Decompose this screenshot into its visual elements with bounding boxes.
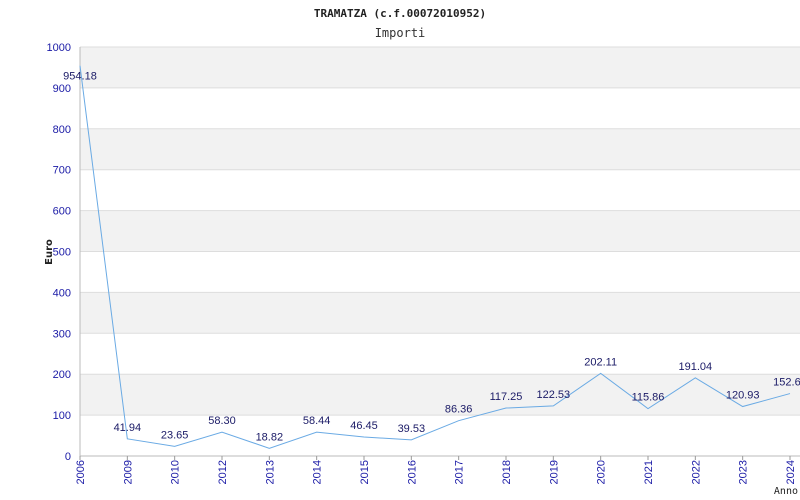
data-label: 23.65 xyxy=(161,429,189,441)
x-tick-label: 2017 xyxy=(454,460,466,484)
grid-band xyxy=(80,128,800,170)
x-tick-label: 2024 xyxy=(785,460,797,484)
chart-title: TRAMATZA (c.f.00072010952) xyxy=(314,7,486,20)
data-label: 152.69 xyxy=(773,377,800,389)
y-tick-label: 100 xyxy=(53,410,71,422)
x-tick-label: 2022 xyxy=(690,460,702,484)
x-tick-label: 2016 xyxy=(406,460,418,484)
x-tick-label: 2006 xyxy=(75,460,87,484)
data-label: 954.18 xyxy=(63,71,97,83)
y-tick-label: 500 xyxy=(53,247,71,259)
grid-band xyxy=(80,210,800,252)
chart: 01002003004005006007008009001000 2006 200… xyxy=(44,7,800,497)
data-label: 18.82 xyxy=(256,431,284,443)
y-tick-label: 1000 xyxy=(47,42,71,54)
x-tick-labels: 2006 2009 2010 2012 2013 2014 2015 2016 2017 2018… xyxy=(75,456,797,484)
data-label: 115.86 xyxy=(632,392,665,404)
x-tick-label: 2020 xyxy=(596,460,608,484)
y-tick-label: 700 xyxy=(53,165,71,177)
grid-band xyxy=(80,87,800,129)
data-label: 58.30 xyxy=(208,415,236,427)
x-tick-label: 2018 xyxy=(501,460,513,484)
x-tick-label: 2010 xyxy=(170,460,182,484)
data-label: 86.36 xyxy=(445,404,473,416)
x-tick-label: 2013 xyxy=(264,460,276,484)
y-tick-label: 600 xyxy=(53,206,71,218)
x-axis-label: Anno xyxy=(774,486,798,497)
x-tick-label: 2014 xyxy=(312,460,324,484)
data-label: 58.44 xyxy=(303,415,331,427)
y-tick-label: 400 xyxy=(53,287,71,299)
data-label: 122.53 xyxy=(537,389,571,401)
data-label: 39.53 xyxy=(398,423,426,435)
x-tick-label: 2015 xyxy=(359,460,371,484)
data-label: 117.25 xyxy=(490,391,523,403)
x-tick-label: 2012 xyxy=(217,460,229,484)
y-axis-label: Euro xyxy=(44,239,55,265)
x-tick-label: 2019 xyxy=(548,460,560,484)
x-tick-label: 2009 xyxy=(122,460,134,484)
data-label: 202.11 xyxy=(584,356,617,368)
grid-band xyxy=(80,169,800,211)
data-label: 46.45 xyxy=(350,420,378,432)
y-tick-label: 900 xyxy=(53,83,71,95)
chart-subtitle: Importi xyxy=(375,26,426,40)
x-tick-label: 2023 xyxy=(738,460,750,484)
grid-band xyxy=(80,251,800,293)
data-label: 191.04 xyxy=(679,361,713,373)
data-label: 41.94 xyxy=(114,422,142,434)
x-tick-label: 2021 xyxy=(643,460,655,484)
grid-band xyxy=(80,47,800,88)
y-tick-label: 200 xyxy=(53,369,71,381)
y-tick-label: 300 xyxy=(53,328,71,340)
data-label: 120.93 xyxy=(726,390,760,402)
grid-band xyxy=(80,292,800,334)
y-tick-label: 0 xyxy=(65,451,71,463)
y-tick-label: 800 xyxy=(53,124,71,136)
